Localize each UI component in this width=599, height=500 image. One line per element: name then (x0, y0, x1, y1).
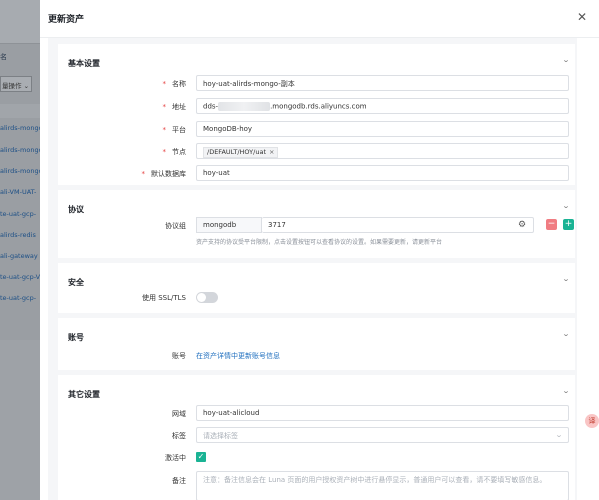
address-input[interactable]: dds- .mongodb.rds.aliyuncs.com (196, 98, 569, 114)
security-section: 安全 ⌄ 使用 SSL/TLS (58, 263, 575, 313)
background-row: te-uat-gcp- (0, 210, 37, 218)
address-label: * 地址 (162, 103, 187, 111)
account-label: 账号 (172, 352, 186, 360)
name-label: * 名称 (162, 80, 187, 88)
drawer-title: 更新资产 (48, 15, 85, 25)
update-asset-drawer: 更新资产 ✕ 基本设置 ⌄ * 名称 hoy-uat-alirds-mongo-副… (40, 0, 599, 500)
section-title: 其它设置 (68, 390, 100, 399)
translate-float-button[interactable]: 译 (585, 414, 599, 428)
protocol-help-text: 资产支持的协议受平台限制，点击设置按钮可以查看协议的设置。如果需要更新，请更新平… (196, 239, 443, 246)
background-tabs: 名 (0, 52, 7, 62)
background-page: 名 量操作 ⌄ alirds-mongo alirds-mongo alirds… (0, 0, 40, 500)
account-section: 账号 ⌄ 账号 在资产详情中更新账号信息 (58, 318, 575, 370)
domain-select[interactable]: hoy-uat-alicloud (196, 405, 569, 421)
background-row: ali-VM-UAT- (0, 188, 37, 196)
background-row: alirds-mongo (0, 167, 40, 175)
section-title: 账号 (68, 333, 84, 342)
comment-label: 备注 (172, 477, 186, 485)
comment-textarea[interactable]: 注意：备注信息会在 Luna 页面的用户授权资产树中进行悬停显示，普通用户可以查… (196, 471, 569, 500)
node-select[interactable]: /DEFAULT/HOY/uat × (196, 143, 569, 159)
chevron-down-icon[interactable]: ⌄ (562, 202, 570, 210)
drawer-header: 更新资产 ✕ (40, 0, 599, 38)
node-label: * 节点 (162, 148, 187, 156)
chevron-down-icon: ⌄ (554, 431, 564, 439)
background-row: te-uat-gcp-V (0, 273, 40, 281)
gear-icon[interactable]: ⚙ (515, 218, 529, 232)
drawer-body: 基本设置 ⌄ * 名称 hoy-uat-alirds-mongo-副本 * 地址 d… (48, 38, 577, 500)
tag-close-icon[interactable]: × (269, 148, 274, 156)
protocol-section: 协议 ⌄ 协议组 mongodb 3717 ⚙ − + 资产支持的协议受平台限制… (58, 190, 575, 258)
chevron-down-icon[interactable]: ⌄ (562, 56, 570, 64)
active-label: 激活中 (165, 454, 186, 462)
ssl-toggle[interactable] (196, 292, 218, 303)
domain-label: 网域 (172, 410, 186, 418)
section-title: 安全 (68, 278, 84, 287)
name-input[interactable]: hoy-uat-alirds-mongo-副本 (196, 75, 569, 91)
background-table-header (0, 104, 40, 118)
chevron-down-icon[interactable]: ⌄ (562, 330, 570, 338)
background-empty-area (0, 340, 40, 500)
section-title: 协议 (68, 205, 84, 214)
node-tag: /DEFAULT/HOY/uat × (203, 147, 279, 158)
background-row: alirds-redis (0, 231, 36, 239)
default-db-label: * 默认数据库 (141, 170, 187, 178)
bulk-ops-dropdown: 量操作 ⌄ (0, 76, 32, 92)
background-tab-label: 名 (0, 53, 7, 61)
basic-settings-section: 基本设置 ⌄ * 名称 hoy-uat-alirds-mongo-副本 * 地址 d… (58, 44, 575, 185)
active-checkbox[interactable]: ✓ (196, 452, 206, 462)
chevron-down-icon[interactable]: ⌄ (562, 387, 570, 395)
background-row: ali-gateway (0, 252, 38, 260)
default-db-input[interactable]: hoy-uat (196, 165, 569, 181)
background-row: te-uat-gcp- (0, 294, 37, 302)
tags-select[interactable]: 请选择标签 ⌄ (196, 427, 569, 443)
remove-protocol-button[interactable]: − (546, 219, 557, 230)
protocol-label: 协议组 (165, 222, 186, 230)
tags-label: 标签 (172, 432, 186, 440)
chevron-down-icon[interactable]: ⌄ (562, 275, 570, 283)
platform-label: * 平台 (162, 126, 187, 134)
other-settings-section: 其它设置 ⌄ 网域 hoy-uat-alicloud 标签 请选择标签 ⌄ 激活… (58, 375, 575, 500)
background-header (0, 0, 40, 44)
ssl-label: 使用 SSL/TLS (142, 294, 186, 302)
redacted-blur (218, 102, 271, 111)
protocol-select[interactable]: mongodb (196, 217, 262, 233)
section-title: 基本设置 (68, 59, 100, 68)
protocol-port-input[interactable]: 3717 (262, 217, 534, 233)
background-row: alirds-mongo (0, 124, 40, 132)
platform-input[interactable]: MongoDB-hoy (196, 121, 569, 137)
update-account-link[interactable]: 在资产详情中更新账号信息 (196, 351, 280, 361)
add-protocol-button[interactable]: + (563, 219, 574, 230)
close-icon[interactable]: ✕ (575, 10, 589, 24)
background-row: alirds-mongo (0, 146, 40, 154)
